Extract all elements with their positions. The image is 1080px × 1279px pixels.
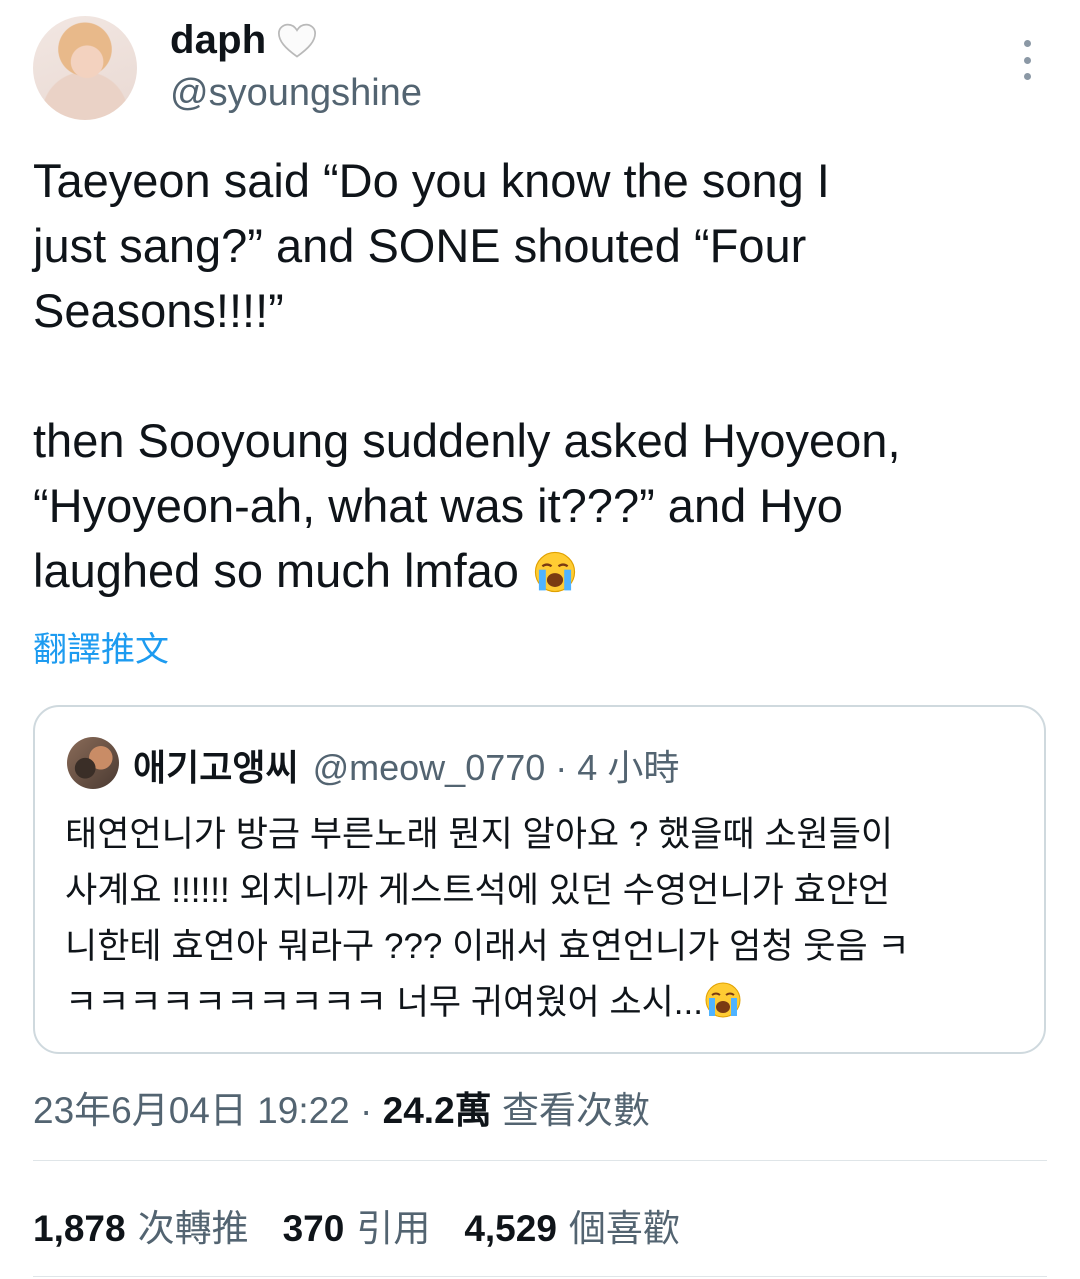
quoted-separator: ·: [555, 747, 568, 788]
likes-stat[interactable]: 4,529 個喜歡: [464, 1198, 680, 1252]
retweets-stat[interactable]: 1,878 次轉推: [33, 1198, 249, 1252]
more-options-icon[interactable]: [1012, 40, 1042, 80]
quoted-tweet-text: 태연언니가 방금 부른노래 뭔지 알아요 ? 했을때 소원들이 사계요 !!!!…: [65, 807, 1025, 1031]
author-name-row: daph: [170, 18, 318, 63]
quote-label: 引用: [356, 1208, 431, 1249]
quoted-author-avatar[interactable]: [67, 737, 119, 789]
quoted-author-handle[interactable]: @meow_0770: [313, 747, 546, 789]
translate-tweet-link[interactable]: 翻譯推文: [33, 622, 169, 671]
quoted-tweet-text-body: 태연언니가 방금 부른노래 뭔지 알아요 ? 했을때 소원들이 사계요 !!!!…: [65, 815, 910, 1022]
tweet-meta: 23年6月04日 19:22 · 24.2萬 查看次數: [33, 1080, 650, 1134]
white-heart-icon: [278, 23, 317, 58]
quoted-timestamp[interactable]: 4 小時: [577, 739, 679, 791]
author-avatar[interactable]: [33, 16, 137, 120]
author-display-name[interactable]: daph: [170, 18, 266, 63]
loudly-crying-face-emoji-icon: [705, 982, 741, 1018]
quotes-stat[interactable]: 370 引用: [283, 1198, 431, 1252]
divider: [33, 1276, 1047, 1277]
quoted-tweet-header: 애기고앵씨 @meow_0770 · 4 小時: [133, 739, 679, 791]
like-label: 個喜歡: [568, 1208, 680, 1249]
tweet-text-body: Taeyeon said “Do you know the song I jus…: [33, 154, 901, 597]
retweet-count: 1,878: [33, 1208, 126, 1249]
like-count: 4,529: [464, 1208, 557, 1249]
tweet-datetime[interactable]: 23年6月04日 19:22: [33, 1090, 350, 1131]
quoted-tweet[interactable]: 애기고앵씨 @meow_0770 · 4 小時 태연언니가 방금 부른노래 뭔지…: [33, 705, 1046, 1054]
retweet-label: 次轉推: [137, 1208, 249, 1249]
author-handle[interactable]: @syoungshine: [170, 72, 422, 115]
engagement-stats: 1,878 次轉推 370 引用 4,529 個喜歡: [33, 1198, 680, 1252]
meta-separator: ·: [360, 1090, 373, 1131]
quote-count: 370: [282, 1208, 345, 1249]
tweet-text: Taeyeon said “Do you know the song I jus…: [33, 148, 1043, 603]
quoted-author-name[interactable]: 애기고앵씨: [133, 739, 299, 791]
view-count: 24.2萬: [382, 1090, 492, 1131]
view-count-label: 查看次數: [501, 1090, 650, 1131]
loudly-crying-face-emoji-icon: [534, 551, 576, 593]
divider: [33, 1160, 1047, 1161]
